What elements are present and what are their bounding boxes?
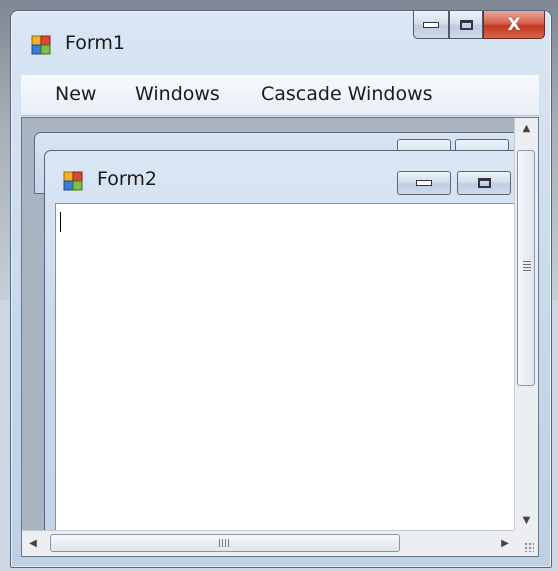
horizontal-scrollbar[interactable]: ◀ ▶ (22, 530, 516, 556)
menu-item-cascade-windows[interactable]: Cascade Windows (261, 83, 433, 105)
horizontal-scroll-thumb[interactable] (50, 534, 400, 552)
vertical-scrollbar[interactable]: ▲ ▼ (514, 118, 538, 532)
form1-window: Form1 X New Windows Cascade Windows Form… (10, 10, 552, 568)
scroll-down-icon[interactable]: ▼ (515, 510, 538, 532)
text-input[interactable] (55, 203, 525, 556)
close-icon: X (507, 14, 521, 35)
grip-icon (219, 539, 229, 547)
text-caret (60, 212, 61, 232)
form-icon (63, 171, 83, 191)
maximize-button[interactable] (449, 11, 483, 39)
size-grip[interactable] (514, 530, 538, 556)
form-icon (31, 35, 51, 55)
maximize-icon (459, 19, 473, 30)
grip-icon (523, 261, 531, 271)
menu-item-new[interactable]: New (55, 83, 96, 105)
minimize-button[interactable] (413, 11, 449, 39)
scroll-right-icon[interactable]: ▶ (494, 531, 516, 556)
child-maximize-button[interactable] (457, 171, 511, 195)
menu-item-windows[interactable]: Windows (135, 83, 220, 105)
close-button[interactable]: X (483, 11, 545, 39)
minimize-icon (416, 180, 432, 186)
size-grip-icon (524, 542, 534, 552)
menu-bar: New Windows Cascade Windows (21, 75, 539, 116)
window-title: Form1 (65, 32, 125, 54)
scroll-up-icon[interactable]: ▲ (515, 118, 538, 140)
form1-titlebar[interactable]: Form1 X (11, 11, 551, 73)
form2-window[interactable]: Form2 (44, 150, 538, 556)
scroll-left-icon[interactable]: ◀ (22, 531, 44, 556)
vertical-scroll-thumb[interactable] (517, 150, 535, 386)
child-minimize-button[interactable] (397, 171, 451, 195)
child-window-title: Form2 (97, 168, 157, 190)
mdi-client-area: Form2 ▲ ▼ ◀ ▶ (21, 117, 539, 557)
maximize-icon (477, 178, 491, 188)
minimize-icon (423, 21, 439, 28)
